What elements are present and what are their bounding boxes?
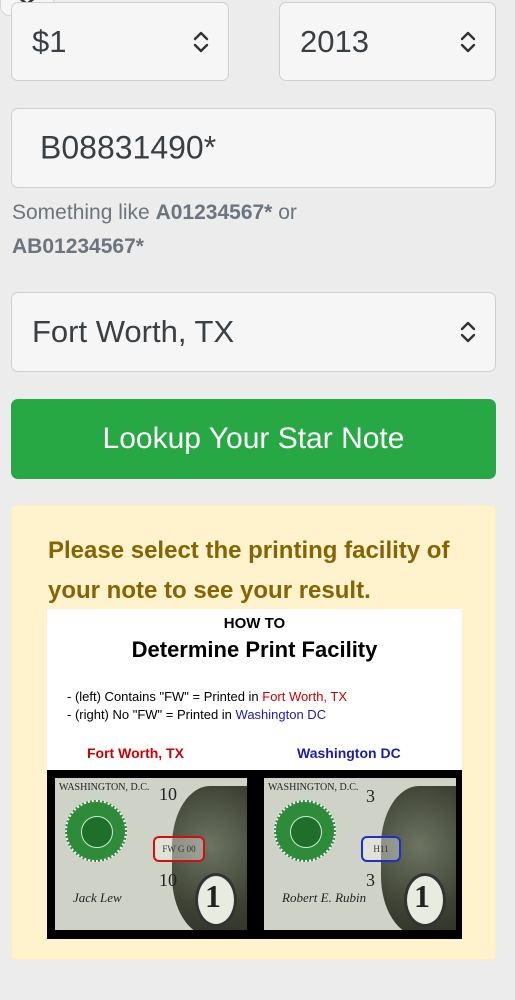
treasury-seal (274, 800, 336, 862)
note-city: WASHINGTON, D.C. (59, 782, 150, 793)
note-plate-number: 10 (159, 784, 177, 804)
facility-alert: Please select the printing facility of y… (11, 505, 496, 960)
facility-value: Fort Worth, TX (32, 314, 235, 349)
note-plate-number: 3 (366, 786, 375, 806)
hint-example-1: A01234567* (155, 201, 273, 224)
note-plate-number-2: 3 (366, 870, 375, 890)
lookup-star-note-button[interactable]: Lookup Your Star Note (11, 399, 496, 479)
infographic-howto: HOW TO (223, 615, 286, 632)
washington-dc-note-image: WASHINGTON, D.C. 3 H11 3 Robert E. Rubin… (264, 778, 456, 930)
facility-select[interactable]: Fort Worth, TX (11, 292, 496, 372)
serial-number-value: B08831490* (40, 129, 217, 166)
alert-message: Please select the printing facility of y… (48, 537, 450, 604)
note-signature: Jack Lew (73, 890, 122, 905)
hint-prefix: Something like (12, 201, 156, 224)
denomination-value: $1 (32, 23, 67, 59)
treasury-seal (65, 800, 127, 862)
line-right-text: - (right) No "FW" = Printed in (67, 707, 236, 722)
denomination-select[interactable]: $1 (11, 2, 229, 81)
fort-worth-note-image: WASHINGTON, D.C. 10 FW G 00 10 Jack Lew … (55, 778, 247, 930)
no-fw-indicator-box: H11 (361, 836, 401, 862)
select-updown-icon (460, 31, 476, 52)
note-plate-number-2: 10 (159, 870, 177, 890)
note-signature: Robert E. Rubin (282, 890, 367, 905)
note-comparison-image: WASHINGTON, D.C. 10 FW G 00 10 Jack Lew … (47, 770, 462, 939)
year-select[interactable]: 2013 (279, 2, 496, 81)
line-left-place: Fort Worth, TX (262, 689, 348, 704)
fw-indicator-box: FW G 00 (153, 836, 205, 862)
hint-or: or (272, 201, 297, 224)
year-value: 2013 (300, 23, 369, 59)
hint-example-2: AB01234567* (12, 235, 144, 258)
note-denomination: 1 (414, 878, 430, 914)
infographic-line-right: - (right) No "FW" = Printed in Washingto… (67, 707, 326, 722)
label-washington-dc: Washington DC (297, 745, 401, 761)
serial-hint: Something like A01234567* or AB01234567* (12, 196, 492, 264)
note-city: WASHINGTON, D.C. (268, 782, 359, 793)
infographic-title: Determine Print Facility (131, 637, 378, 662)
line-left-text: - (left) Contains "FW" = Printed in (67, 689, 263, 704)
note-denomination: 1 (205, 878, 221, 914)
print-facility-infographic: HOW TO Determine Print Facility - (left)… (47, 609, 462, 939)
label-fort-worth: Fort Worth, TX (87, 745, 184, 761)
line-right-place: Washington DC (235, 707, 327, 722)
infographic-line-left: - (left) Contains "FW" = Printed in Fort… (67, 689, 347, 704)
select-updown-icon (193, 31, 209, 52)
select-updown-icon (460, 321, 476, 343)
serial-number-input[interactable]: B08831490* (11, 108, 496, 188)
